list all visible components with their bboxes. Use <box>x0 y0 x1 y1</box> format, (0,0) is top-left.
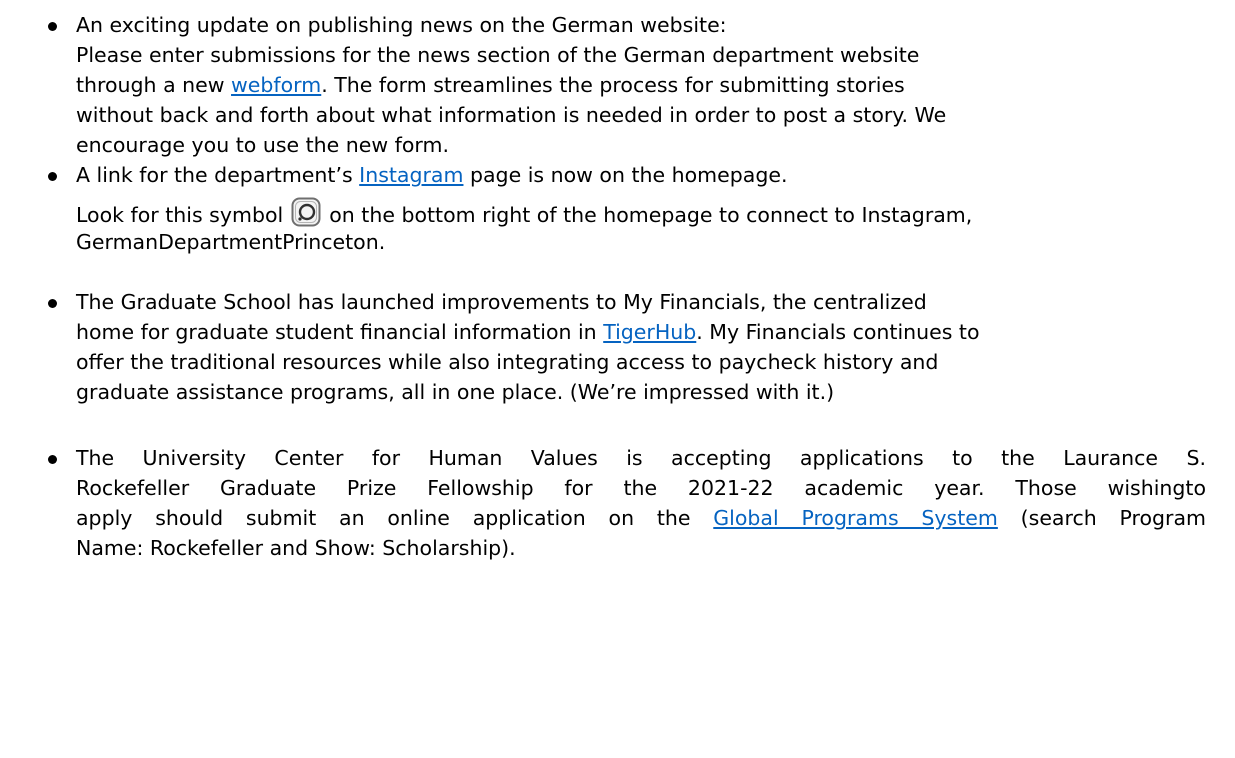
text-line: without back and forth about what inform… <box>76 103 947 127</box>
bullet-icon <box>48 299 57 308</box>
text-line: A link for the department’s Instagram pa… <box>76 163 788 187</box>
text-line: An exciting update on publishing news on… <box>76 13 727 37</box>
webform-link[interactable]: webform <box>231 73 321 97</box>
text-line: Rockefeller Graduate Prize Fellowship fo… <box>76 476 1206 500</box>
text-line: offer the traditional resources while al… <box>76 350 939 374</box>
text-line: encourage you to use the new form. <box>76 133 449 157</box>
instagram-icon <box>291 197 321 227</box>
text-line: through a new webform. The form streamli… <box>76 73 905 97</box>
tigerhub-link[interactable]: TigerHub <box>603 320 696 344</box>
bullet-icon <box>48 172 57 181</box>
bullet-icon <box>48 455 57 464</box>
text-line: GermanDepartmentPrinceton. <box>76 230 386 254</box>
bullet-icon <box>48 22 57 31</box>
text-line: Look for this symbol on the bottom right… <box>76 197 972 230</box>
text-line: apply should submit an online applicatio… <box>76 506 1207 530</box>
text-line: The University Center for Human Values i… <box>76 446 1206 470</box>
text-line: home for graduate student financial info… <box>76 320 980 344</box>
document-page: An exciting update on publishing news on… <box>0 0 1235 758</box>
text-line: graduate assistance programs, all in one… <box>76 380 835 404</box>
instagram-link[interactable]: Instagram <box>359 163 463 187</box>
text-line: Name: Rockefeller and Show: Scholarship)… <box>76 536 516 560</box>
global-programs-system-link[interactable]: Global Programs System <box>713 506 998 530</box>
text-line: The Graduate School has launched improve… <box>76 290 927 314</box>
text-line: Please enter submissions for the news se… <box>76 43 920 67</box>
